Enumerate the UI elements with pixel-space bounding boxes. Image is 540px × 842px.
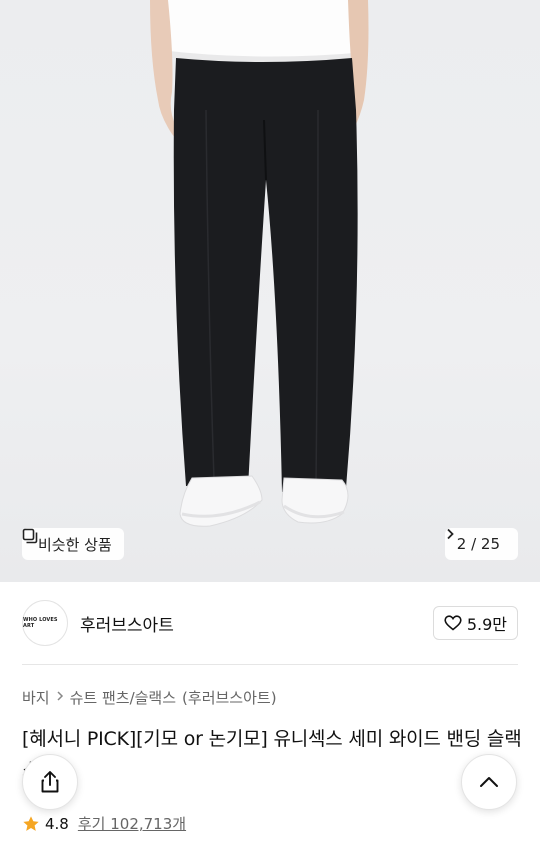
breadcrumb-subcategory[interactable]: 슈트 팬츠/슬랙스	[70, 687, 176, 708]
like-button[interactable]: 5.9만	[432, 606, 518, 640]
breadcrumb: 바지 슈트 팬츠/슬랙스 (후러브스아트)	[22, 687, 277, 708]
brand-logo-text: WHO LOVES ART	[23, 617, 58, 629]
star-icon	[22, 815, 40, 833]
share-button[interactable]	[22, 754, 78, 810]
product-image[interactable]: 비슷한 상품 2 / 25	[0, 0, 540, 582]
tshirt	[150, 0, 368, 59]
like-count: 5.9만	[466, 615, 507, 634]
image-counter: 2 / 25	[456, 535, 500, 553]
breadcrumb-category[interactable]: 바지	[22, 687, 50, 708]
chevron-right-icon	[56, 690, 64, 706]
left-shoe	[179, 475, 263, 527]
similar-products-label: 비슷한 상품	[38, 535, 112, 554]
chevron-up-icon	[479, 776, 499, 788]
image-pager[interactable]: 2 / 25	[444, 528, 518, 560]
share-icon	[39, 770, 61, 794]
heart-icon	[444, 615, 462, 631]
similar-products-button[interactable]: 비슷한 상품	[22, 528, 124, 560]
brand-row[interactable]: WHO LOVES ART 후러브스아트 5.9만	[0, 582, 540, 664]
pants	[173, 58, 358, 492]
review-count-link[interactable]: 후기 102,713개	[78, 813, 186, 834]
breadcrumb-brand[interactable]: (후러브스아트)	[182, 687, 277, 708]
scroll-top-button[interactable]	[461, 754, 517, 810]
brand-logo[interactable]: WHO LOVES ART	[22, 600, 68, 646]
product-title: [혜서니 PICK][기모 or 논기모] 유니섹스 세미 와이드 밴딩 슬랙스	[22, 728, 522, 781]
rating-row[interactable]: 4.8 후기 102,713개	[22, 813, 186, 834]
rating-score: 4.8	[45, 814, 69, 833]
product-photo	[150, 0, 369, 527]
brand-name[interactable]: 후러브스아트	[80, 611, 174, 636]
divider	[22, 664, 518, 665]
